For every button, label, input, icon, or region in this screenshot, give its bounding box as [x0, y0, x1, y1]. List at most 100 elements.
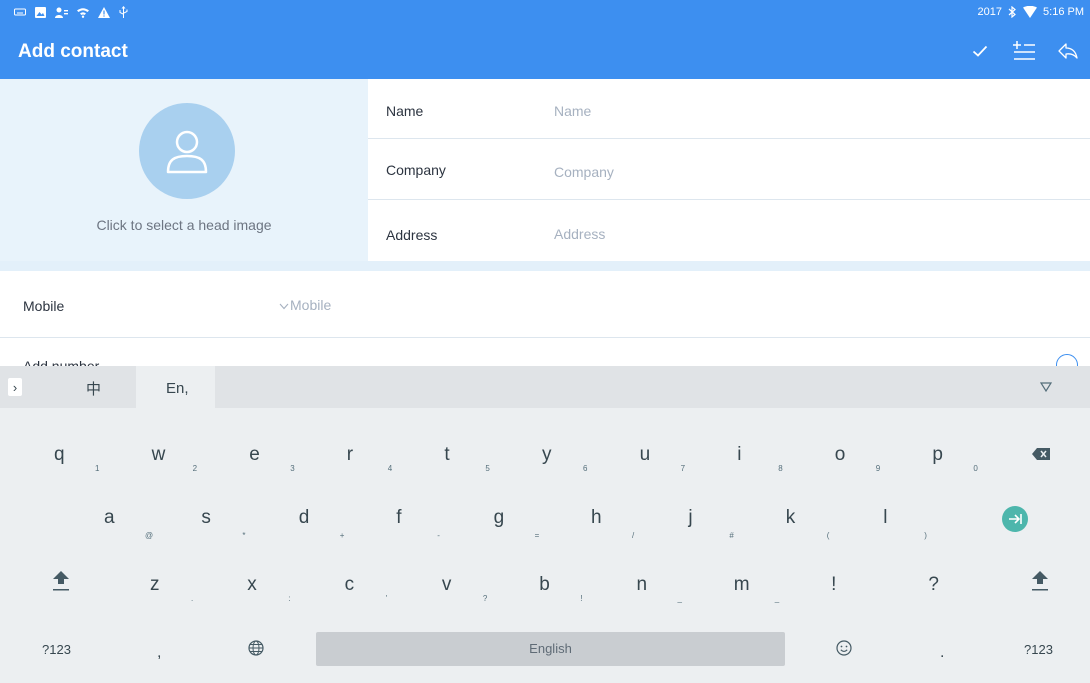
key-u[interactable]: u7: [640, 444, 700, 480]
key-d[interactable]: d +: [299, 507, 359, 543]
chevron-right-icon[interactable]: ›: [8, 378, 22, 396]
key-m[interactable]: m _: [734, 574, 794, 610]
back-button[interactable]: [1054, 37, 1082, 65]
key-k[interactable]: k(: [786, 507, 846, 543]
key-label: e: [249, 444, 260, 465]
key-label: k: [785, 507, 796, 528]
company-row: Company: [368, 139, 1090, 200]
symbols-key-right[interactable]: ?123: [1024, 642, 1053, 657]
key-sub-label: @: [145, 531, 154, 540]
key-sub-label: _: [774, 594, 780, 603]
key-a[interactable]: a @: [104, 507, 164, 543]
notification-icons: [14, 5, 128, 19]
key-label: a: [104, 507, 115, 528]
key-o[interactable]: o9: [835, 444, 895, 480]
head-image-caption: Click to select a head image: [96, 217, 272, 233]
key-label: h: [591, 507, 602, 528]
usb-icon: [119, 6, 128, 18]
shift-key-left[interactable]: [45, 564, 79, 604]
tab-english[interactable]: En,: [136, 366, 215, 408]
key-x[interactable]: x:: [247, 574, 307, 610]
key-b[interactable]: b!: [539, 574, 599, 610]
add-field-button[interactable]: [1010, 37, 1038, 65]
key-sub-label: +: [339, 531, 345, 540]
name-row: Name: [368, 79, 1090, 139]
symbols-key-left[interactable]: ?123: [42, 642, 71, 657]
key-j[interactable]: j #: [688, 507, 748, 543]
key-i[interactable]: i8: [737, 444, 797, 480]
key-sub-label: #: [729, 531, 734, 540]
key-e[interactable]: e3: [249, 444, 309, 480]
key-sub-label: 0: [973, 464, 978, 473]
key-label: m: [733, 574, 750, 595]
phone-type-value: Mobile: [290, 297, 332, 313]
wifi-signal-icon: [1023, 6, 1038, 18]
name-label: Name: [386, 103, 424, 119]
chevron-down-icon: [279, 303, 289, 310]
key-p[interactable]: p0: [932, 444, 992, 480]
key-z[interactable]: z.: [150, 574, 210, 610]
add-number-row[interactable]: Add number: [0, 338, 1090, 366]
key-h[interactable]: h /: [591, 507, 651, 543]
shift-key-right[interactable]: [1024, 564, 1058, 604]
key-sub-label: 3: [290, 464, 295, 473]
address-field[interactable]: [554, 226, 1074, 242]
smiley-icon: [836, 640, 852, 656]
period-key[interactable]: .: [940, 644, 944, 662]
key-![interactable]: !: [831, 574, 891, 610]
key-?[interactable]: ?: [928, 574, 988, 610]
key-label: i: [737, 444, 742, 465]
key-label: v: [441, 574, 452, 595]
key-sub-label: -: [437, 531, 440, 540]
save-button[interactable]: [966, 37, 994, 65]
key-n[interactable]: n _: [637, 574, 697, 610]
status-right: 2017 5:16 PM: [978, 0, 1084, 24]
phone-type-dropdown[interactable]: Mobile: [279, 297, 331, 313]
key-label: u: [639, 444, 651, 465]
key-sub-label: 6: [583, 464, 588, 473]
key-v[interactable]: v?: [442, 574, 502, 610]
key-c[interactable]: c ': [345, 574, 405, 610]
name-field[interactable]: [554, 103, 1074, 119]
key-f[interactable]: f-: [396, 507, 456, 543]
add-number-icon[interactable]: [1056, 354, 1078, 366]
key-label: g: [493, 507, 505, 528]
tab-chinese[interactable]: 中: [86, 378, 101, 399]
key-s[interactable]: s *: [201, 507, 261, 543]
key-sub-label: 7: [680, 464, 686, 473]
person-icon: [55, 7, 68, 18]
key-sub-label: (: [826, 531, 830, 540]
key-label: q: [54, 444, 65, 465]
head-image-picker[interactable]: Click to select a head image: [0, 79, 368, 261]
company-field[interactable]: [554, 164, 1074, 180]
key-sub-label: 4: [387, 464, 393, 473]
emoji-key[interactable]: [836, 640, 852, 659]
key-sub-label: 8: [778, 464, 783, 473]
enter-key[interactable]: [1000, 502, 1040, 536]
avatar[interactable]: [139, 103, 235, 199]
key-g[interactable]: g =: [494, 507, 554, 543]
key-label: l: [883, 507, 888, 528]
comma-key[interactable]: ,: [157, 644, 161, 662]
shift-icon: [53, 571, 69, 591]
key-y[interactable]: y6: [542, 444, 602, 480]
key-l[interactable]: l): [883, 507, 943, 543]
key-label: z: [150, 574, 160, 595]
hide-keyboard-button[interactable]: [1039, 379, 1053, 397]
key-r[interactable]: r4: [347, 444, 407, 480]
language-key[interactable]: [248, 640, 264, 659]
company-label: Company: [386, 162, 446, 178]
space-key[interactable]: English: [316, 632, 785, 666]
key-sub-label: =: [534, 531, 540, 540]
address-label: Address: [386, 227, 438, 243]
warning-icon: [98, 6, 110, 18]
backspace-key[interactable]: [1022, 442, 1062, 476]
key-sub-label: !: [580, 594, 583, 603]
key-label: !: [831, 574, 837, 595]
section-divider: [0, 261, 1090, 271]
key-t[interactable]: t5: [444, 444, 504, 480]
key-q[interactable]: q1: [54, 444, 114, 480]
key-w[interactable]: w2: [152, 444, 212, 480]
key-sub-label: 1: [95, 464, 100, 473]
triangle-down-icon: [1039, 382, 1053, 393]
